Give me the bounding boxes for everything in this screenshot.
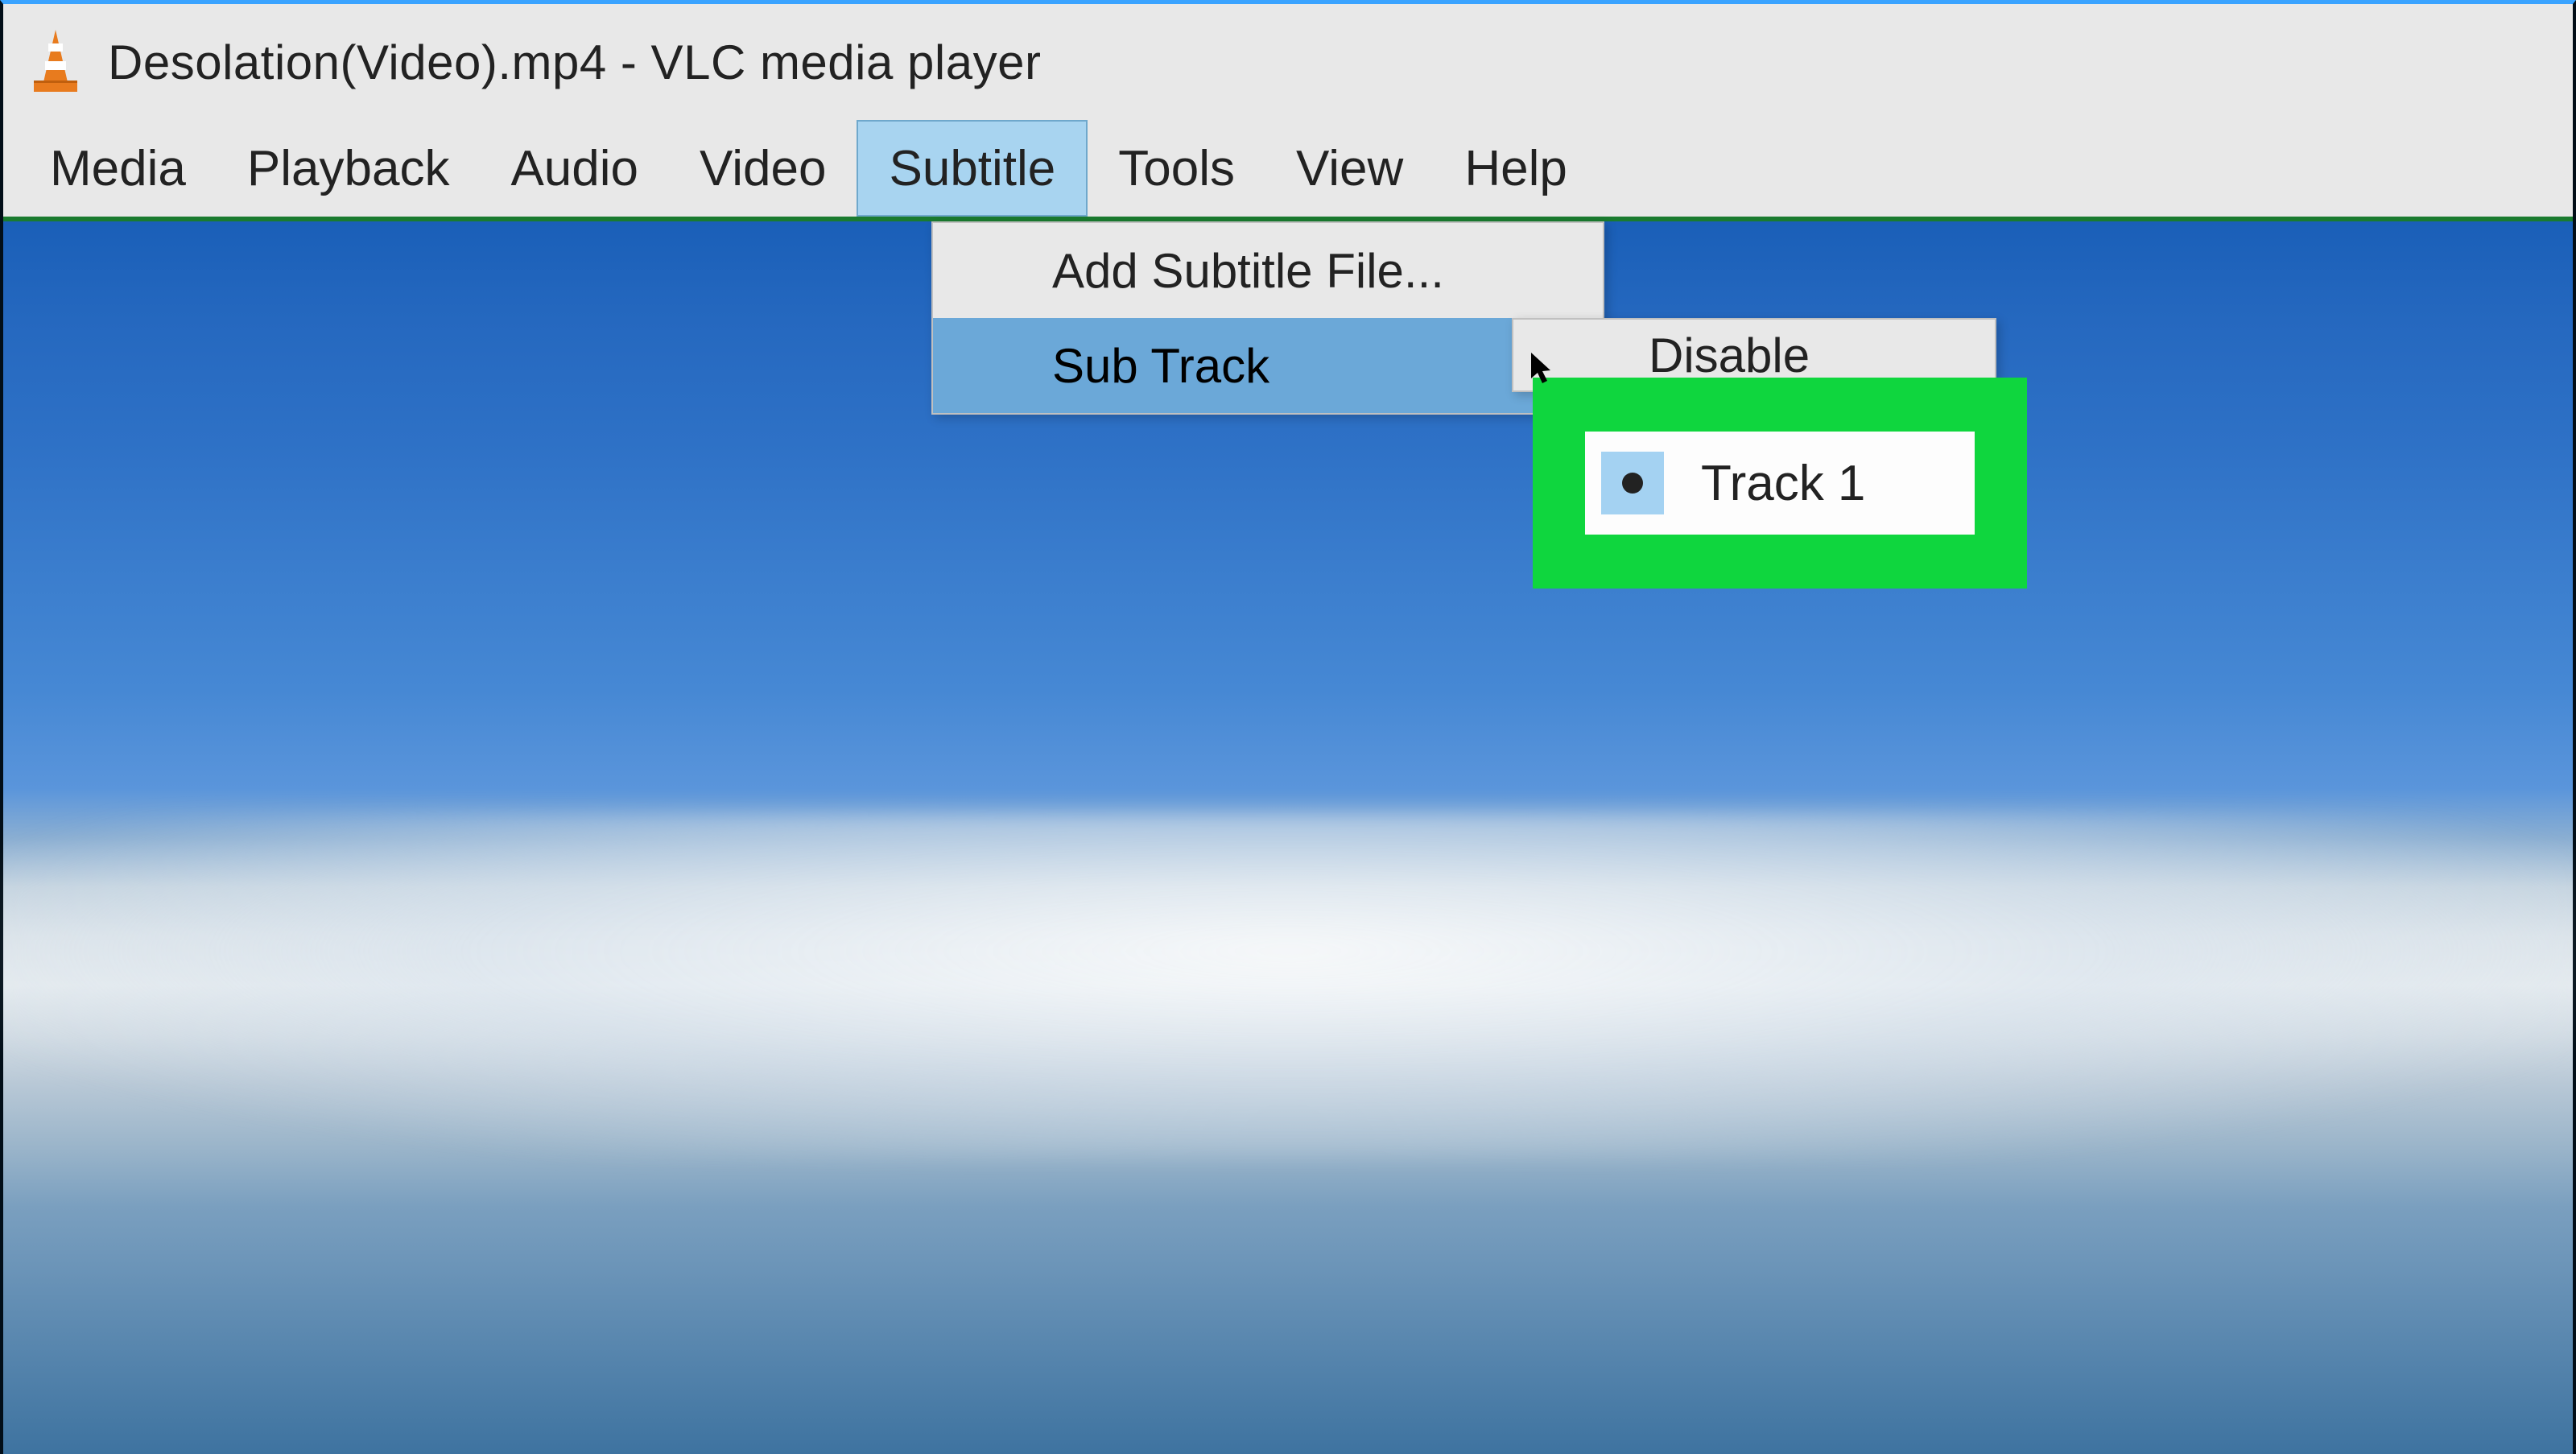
menu-video[interactable]: Video [669, 120, 857, 217]
highlight-annotation: Track 1 [1533, 378, 2027, 589]
menu-media[interactable]: Media [19, 120, 217, 217]
menubar: Media Playback Audio Video Subtitle Tool… [3, 120, 2573, 221]
titlebar: Desolation(Video).mp4 - VLC media player [3, 4, 2573, 120]
vlc-window: Desolation(Video).mp4 - VLC media player… [0, 0, 2576, 1454]
menu-audio[interactable]: Audio [480, 120, 669, 217]
menu-help[interactable]: Help [1434, 120, 1598, 217]
menu-add-subtitle-file[interactable]: Add Subtitle File... [933, 223, 1603, 318]
vlc-cone-icon [27, 26, 84, 98]
window-title: Desolation(Video).mp4 - VLC media player [108, 35, 1041, 90]
video-content [3, 813, 2573, 1159]
menu-view[interactable]: View [1265, 120, 1434, 217]
menu-sub-track[interactable]: Sub Track ▶ [933, 318, 1603, 413]
submenu-disable[interactable]: Disable [1513, 320, 1995, 382]
submenu-item-label: Disable [1649, 328, 1810, 382]
radio-dot [1622, 473, 1643, 494]
submenu-item-label: Track 1 [1701, 455, 1865, 512]
menu-item-label: Sub Track [1052, 338, 1269, 394]
subtitle-dropdown: Add Subtitle File... Sub Track ▶ [931, 221, 1604, 415]
menu-item-label: Add Subtitle File... [1052, 243, 1444, 299]
menu-tools[interactable]: Tools [1088, 120, 1265, 217]
radio-selected-icon [1601, 452, 1664, 514]
menu-playback[interactable]: Playback [217, 120, 481, 217]
submenu-track-1[interactable]: Track 1 [1585, 432, 1975, 535]
menu-subtitle[interactable]: Subtitle [857, 120, 1088, 217]
